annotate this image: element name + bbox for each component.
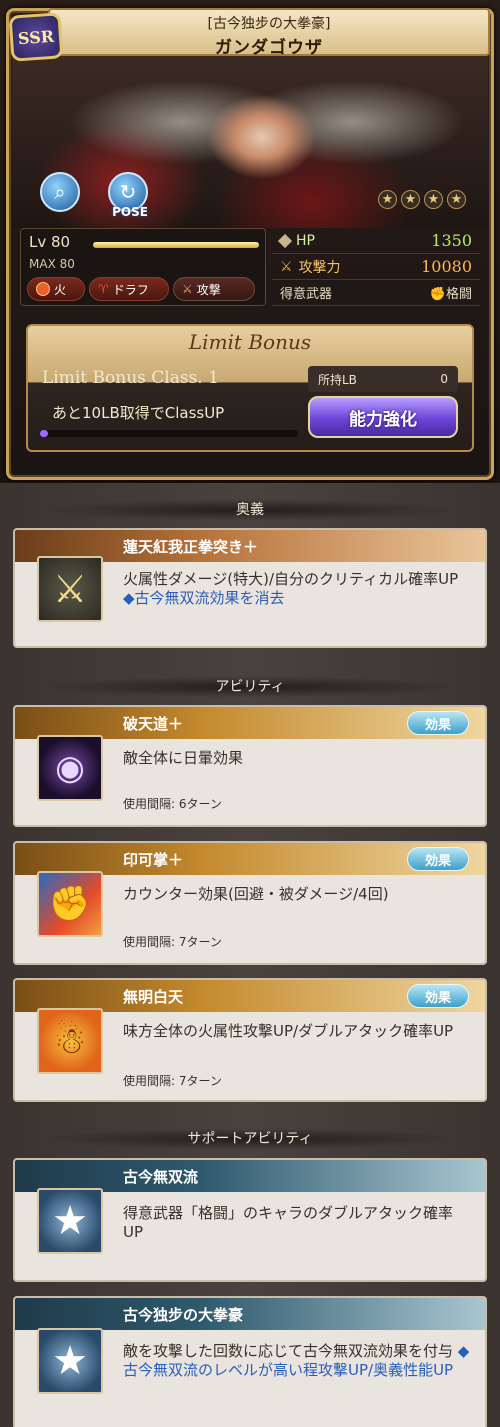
weapon-label: 得意武器 [280, 287, 333, 302]
attack-type-icon: ⚔ [182, 282, 193, 296]
uncap-stars: ★ ★ ★ ★ [378, 190, 466, 209]
support-card[interactable]: 古今無双流 ★ 得意武器「格闘」のキャラのダブルアタック確率UP [13, 1158, 487, 1282]
stats-box: HP 1350 ⚔ 攻撃力 10080 得意武器 ✊格闘 [272, 228, 480, 312]
ability-cooldown: 使用間隔: 6ターン [123, 797, 222, 811]
crossed-swords-icon: ⚔ [37, 556, 103, 622]
ougi-desc-text: 火属性ダメージ(特大)/自分のクリティカル確率UP [123, 570, 459, 588]
character-name: ガンダゴウザ [215, 38, 323, 58]
character-title-bar: [古今独步の大拳豪] ガンダゴウザ [48, 8, 490, 58]
ability-cooldown: 使用間隔: 7ターン [123, 935, 222, 949]
ougi-desc-blue: ◆古今無双流効果を消去 [123, 589, 285, 607]
star-icon: ★ [378, 190, 397, 209]
star-icon: ★ [447, 190, 466, 209]
attack-label: 攻撃力 [298, 259, 341, 276]
weapon-type: 格闘 [445, 287, 472, 302]
ability-name-text: 無明白天 [123, 987, 184, 1006]
section-support: サポートアビリティ [40, 1128, 460, 1150]
ougi-card[interactable]: 蓮天紅我正拳突き＋ ⚔ 火属性ダメージ(特大)/自分のクリティカル確率UP ◆古… [13, 528, 487, 648]
attack-value: 10080 [421, 257, 472, 276]
hp-value: 1350 [431, 231, 472, 250]
support-card[interactable]: 古今独步の大拳豪 ★ 敵を攻撃した回数に応じて古今無双流効果を付与 ◆古今無双流… [13, 1296, 487, 1427]
ability-description: 味方全体の火属性攻撃UP/ダブルアタック確率UP [123, 1022, 454, 1040]
character-panel: [古今独步の大拳豪] ガンダゴウザ SSR ⌕ ↻ POSE ★ ★ ★ ★ L… [0, 0, 500, 483]
magnifier-icon: ⌕ [54, 180, 66, 204]
fire-element-icon [36, 282, 50, 296]
support-description: 敵を攻撃した回数に応じて古今無双流効果を付与 ◆古今無双流のレベルが高い程攻撃U… [123, 1342, 473, 1380]
zoom-button[interactable]: ⌕ [40, 172, 80, 212]
ability-description: 敵全体に日暈効果 [123, 749, 244, 767]
sword-icon: ⚔ [280, 258, 293, 275]
type-label: 攻撃 [196, 282, 221, 297]
owned-lb-label: 所持LB [318, 372, 357, 387]
ability-card[interactable]: 破天道＋ 効果 ◉ 敵全体に日暈効果 使用間隔: 6ターン [13, 705, 487, 827]
level-max: MAX 80 [29, 257, 75, 271]
character-tags: 火 ♈ ドラフ ⚔ 攻撃 [27, 277, 255, 301]
limit-bonus-progress [40, 430, 298, 437]
star-icon: ★ [424, 190, 443, 209]
support-desc-text: 得意武器「格闘」のキャラのダブルアタック確率UP [123, 1204, 454, 1241]
owned-lb: 所持LB 0 [308, 366, 458, 392]
section-abilities: アビリティ [40, 676, 460, 698]
limit-bonus-class: Limit Bonus Class. 1 [42, 368, 219, 388]
ability-card[interactable]: 印可掌＋ 効果 ✊ カウンター効果(回避・被ダメージ/4回) 使用間隔: 7ター… [13, 841, 487, 965]
level-bar [93, 242, 259, 248]
element-tag: 火 [27, 277, 85, 301]
element-label: 火 [54, 282, 67, 297]
limit-bonus-panel: Limit Bonus Limit Bonus Class. 1 所持LB 0 … [26, 324, 474, 452]
fist-icon: ✊ [429, 287, 446, 302]
owned-lb-value: 0 [440, 372, 448, 386]
rotate-icon: ↻ [119, 180, 137, 204]
limit-bonus-remaining: あと10LB取得でClassUP [52, 404, 225, 422]
race-label: ドラフ [112, 282, 149, 297]
support-name: 古今独步の大拳豪 [15, 1298, 485, 1330]
ability-name-text: 印可掌＋ [123, 850, 184, 869]
character-subtitle: [古今独步の大拳豪] [207, 16, 331, 32]
section-ougi: 奥義 [40, 499, 460, 521]
draph-horn-icon: ♈ [98, 282, 109, 296]
effect-button[interactable]: 効果 [407, 984, 469, 1008]
ability-card[interactable]: 無明白天 効果 ☃ 味方全体の火属性攻撃UP/ダブルアタック確率UP 使用間隔:… [13, 978, 487, 1102]
meditation-icon: ☃ [37, 1008, 103, 1074]
ability-name-text: 破天道＋ [123, 714, 184, 733]
limit-bonus-title: Limit Bonus [188, 330, 312, 354]
effect-button[interactable]: 効果 [407, 711, 469, 735]
enhance-button[interactable]: 能力強化 [308, 396, 458, 438]
hp-label: HP [296, 232, 315, 249]
star-icon: ★ [401, 190, 420, 209]
star-icon: ★ [37, 1328, 103, 1394]
ougi-description: 火属性ダメージ(特大)/自分のクリティカル確率UP ◆古今無双流効果を消去 [123, 570, 473, 608]
fist-counter-icon: ✊ [37, 871, 103, 937]
support-desc-text: 敵を攻撃した回数に応じて古今無双流効果を付与 [123, 1342, 454, 1360]
skills-area: 奥義 蓮天紅我正拳突き＋ ⚔ 火属性ダメージ(特大)/自分のクリティカル確率UP… [0, 483, 500, 1427]
type-tag: ⚔ 攻撃 [173, 277, 255, 301]
diamond-icon [277, 233, 293, 248]
level-box: Lv 80 MAX 80 火 ♈ ドラフ ⚔ 攻撃 [20, 228, 266, 306]
pose-label: POSE [112, 205, 148, 219]
eye-icon: ◉ [37, 735, 103, 801]
support-description: 得意武器「格闘」のキャラのダブルアタック確率UP [123, 1204, 473, 1242]
weapon-row: 得意武器 ✊格闘 [272, 280, 480, 306]
race-tag: ♈ ドラフ [89, 277, 169, 301]
rarity-badge: SSR [8, 12, 64, 62]
ability-cooldown: 使用間隔: 7ターン [123, 1074, 222, 1088]
attack-row: ⚔ 攻撃力 10080 [272, 254, 480, 280]
ability-description: カウンター効果(回避・被ダメージ/4回) [123, 885, 389, 903]
star-icon: ★ [37, 1188, 103, 1254]
level-label: Lv 80 [29, 233, 71, 251]
effect-button[interactable]: 効果 [407, 847, 469, 871]
hp-row: HP 1350 [272, 228, 480, 254]
limit-bonus-progress-fill [40, 430, 48, 437]
weapon-value: ✊格闘 [430, 283, 472, 302]
